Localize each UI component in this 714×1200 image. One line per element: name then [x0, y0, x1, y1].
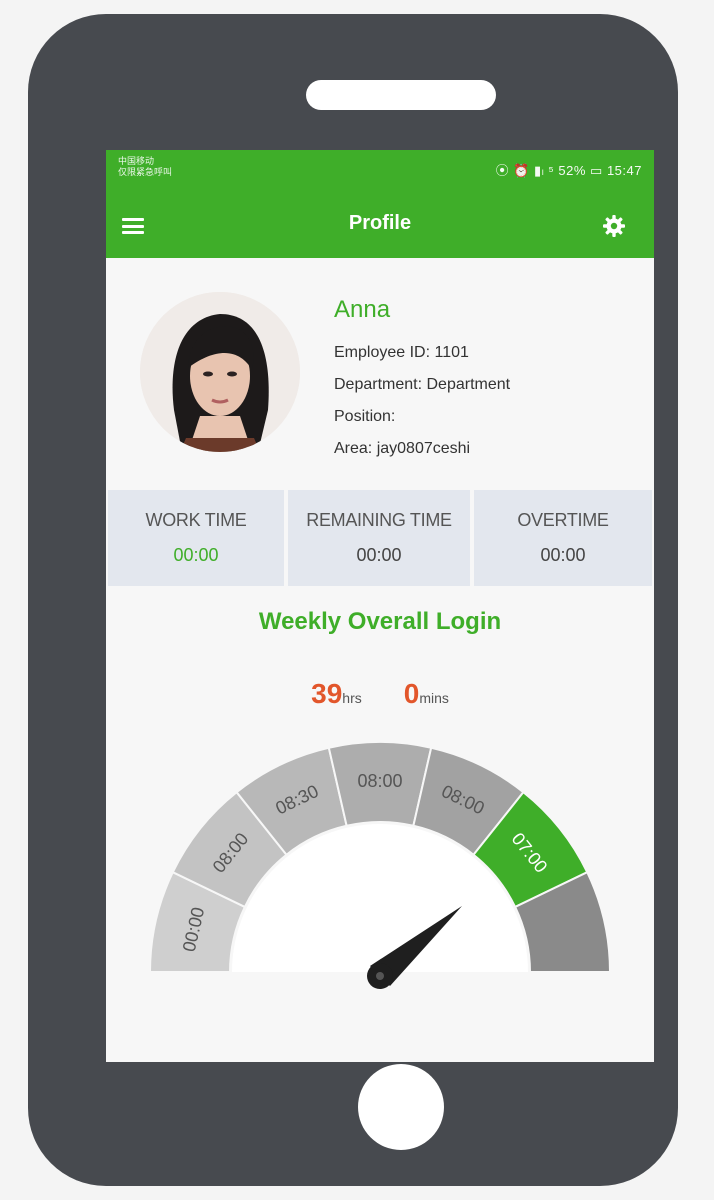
phone-speaker	[306, 80, 496, 110]
overtime-label: OVERTIME	[517, 510, 609, 530]
work-time-card: WORK TIME 00:00	[108, 490, 284, 586]
overtime-value: 00:00	[540, 545, 586, 565]
employee-id: Employee ID: 1101	[334, 344, 469, 361]
work-time-value: 00:00	[173, 545, 219, 565]
carrier-line-2: 仅限紧急呼叫	[118, 167, 173, 177]
remaining-time-value: 00:00	[356, 545, 402, 565]
page-title: Profile	[348, 212, 412, 234]
weekly-total: 39hrs 0mins	[106, 678, 654, 710]
remaining-time-card: REMAINING TIME 00:00	[288, 490, 470, 586]
gear-icon[interactable]	[602, 214, 626, 238]
weekly-minutes: 0	[403, 678, 420, 709]
status-indicators: ⦿ ⏰ ▮ₗ ⁵ 52% ▭ 15:47	[495, 163, 642, 178]
app-bar: 中国移动 仅限紧急呼叫 ⦿ ⏰ ▮ₗ ⁵ 52% ▭ 15:47 Profile	[106, 150, 654, 258]
remaining-time-label: REMAINING TIME	[306, 510, 452, 530]
weekly-title: Weekly Overall Login	[258, 608, 502, 635]
employee-name: Anna	[334, 296, 391, 323]
time-stats: WORK TIME 00:00 REMAINING TIME 00:00 OVE…	[106, 490, 654, 586]
gauge-needle-hub-center	[376, 972, 384, 980]
weekly-hours-unit: hrs	[342, 690, 362, 706]
phone-frame: 中国移动 仅限紧急呼叫 ⦿ ⏰ ▮ₗ ⁵ 52% ▭ 15:47 Profile	[28, 14, 678, 1186]
work-time-label: WORK TIME	[145, 510, 247, 530]
avatar	[140, 292, 300, 452]
app-screen: 中国移动 仅限紧急呼叫 ⦿ ⏰ ▮ₗ ⁵ 52% ▭ 15:47 Profile	[106, 150, 654, 1062]
employee-position: Position:	[334, 408, 396, 425]
overtime-card: OVERTIME 00:00	[474, 490, 652, 586]
weekly-gauge: 00:0008:0008:3008:0008:0007:00	[148, 741, 612, 989]
weekly-hours: 39	[311, 678, 343, 709]
employee-department: Department: Department	[334, 376, 511, 393]
employee-area: Area: jay0807ceshi	[334, 440, 471, 457]
weekly-minutes-unit: mins	[419, 690, 449, 706]
status-carrier: 中国移动 仅限紧急呼叫	[118, 156, 172, 178]
gauge-segment-label: 08:00	[357, 771, 402, 791]
home-button[interactable]	[358, 1064, 444, 1150]
carrier-line-1: 中国移动	[118, 156, 155, 166]
